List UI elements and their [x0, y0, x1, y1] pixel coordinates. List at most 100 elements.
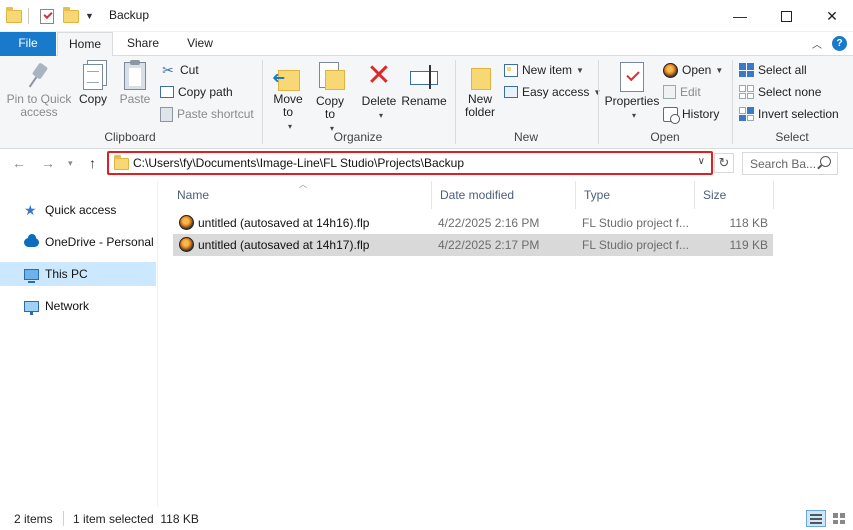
easy-access-icon	[504, 86, 518, 98]
back-arrow-icon[interactable]: ←	[12, 155, 26, 171]
search-box[interactable]	[742, 152, 838, 175]
history-label: History	[682, 107, 720, 121]
copy-to-button[interactable]: Copy to ▾	[311, 62, 349, 135]
nav-item-quick-access[interactable]: ★ Quick access	[0, 198, 156, 222]
delete-dropdown-icon: ▾	[378, 111, 383, 120]
file-date-modified: 4/22/2025 2:16 PM	[438, 216, 540, 230]
maximize-icon	[780, 10, 792, 22]
file-row-selected[interactable]: untitled (autosaved at 14h17).flp 4/22/2…	[173, 234, 773, 256]
column-header-type[interactable]: Type	[576, 181, 695, 209]
details-view-icon-line	[810, 522, 822, 524]
folder-icon	[114, 155, 129, 170]
tab-view[interactable]: View	[176, 32, 224, 56]
column-header-date-modified[interactable]: Date modified	[432, 181, 576, 209]
new-item-label: New item	[522, 63, 573, 77]
minimize-icon: —	[733, 8, 747, 24]
select-all-button[interactable]: Select all	[739, 60, 807, 80]
file-name: untitled (autosaved at 14h17).flp	[198, 238, 370, 252]
copy-path-button[interactable]: Copy path	[160, 82, 233, 102]
properties-button[interactable]: Properties ▾	[603, 62, 661, 122]
properties-icon[interactable]	[40, 8, 54, 24]
select-group-label: Select	[775, 130, 809, 144]
tab-file[interactable]: File	[0, 32, 56, 56]
open-dropdown-icon: ▼	[715, 65, 724, 75]
column-header-size[interactable]: Size	[695, 181, 774, 209]
select-none-button[interactable]: Select none	[739, 82, 821, 102]
select-none-label: Select none	[758, 85, 822, 99]
cut-label: Cut	[180, 63, 199, 77]
new-folder-icon[interactable]	[63, 6, 79, 23]
file-name: untitled (autosaved at 14h16).flp	[198, 216, 370, 230]
details-view-button[interactable]	[806, 510, 826, 527]
paste-label: Paste	[119, 92, 151, 106]
file-row[interactable]: untitled (autosaved at 14h16).flp 4/22/2…	[173, 212, 773, 234]
open-button[interactable]: Open ▼	[663, 60, 723, 80]
tab-home[interactable]: Home	[57, 32, 113, 57]
open-group-label: Open	[650, 130, 680, 144]
refresh-button[interactable]: ↻	[714, 153, 734, 173]
nav-item-onedrive[interactable]: OneDrive - Personal	[0, 230, 156, 254]
item-count: 2 items	[14, 512, 53, 526]
delete-icon: ✕	[366, 59, 392, 92]
clipboard-group: Pin to Quick access Copy Paste ✂ Cut Cop…	[0, 56, 260, 149]
invert-selection-button[interactable]: Invert selection	[739, 104, 839, 124]
rename-icon	[407, 62, 441, 92]
paste-button[interactable]: Paste	[118, 60, 152, 106]
edit-button[interactable]: Edit	[663, 82, 701, 102]
help-icon[interactable]: ?	[832, 36, 847, 51]
history-button[interactable]: History	[663, 104, 719, 124]
up-arrow-icon[interactable]: ↑	[89, 155, 96, 171]
collapse-ribbon-icon[interactable]: ︿	[812, 36, 822, 51]
customize-qat-icon[interactable]: ▼	[85, 11, 94, 21]
nav-item-label: Quick access	[45, 203, 117, 217]
details-view-icon-line	[810, 518, 822, 520]
refresh-icon: ↻	[718, 155, 730, 170]
forward-arrow-icon[interactable]: →	[41, 155, 55, 171]
nav-item-this-pc[interactable]: This PC	[0, 262, 156, 286]
copy-button[interactable]: Copy	[76, 62, 110, 106]
select-none-icon	[739, 85, 754, 99]
file-type: FL Studio project f...	[582, 238, 689, 252]
rename-button[interactable]: Rename	[401, 62, 447, 108]
close-button[interactable]: ✕	[809, 0, 853, 32]
move-to-label: Move to	[273, 92, 303, 119]
delete-button[interactable]: ✕ Delete ▾	[359, 59, 399, 122]
ribbon-controls: ︿ ?	[812, 36, 847, 51]
copy-path-icon	[160, 86, 174, 98]
tab-share[interactable]: Share	[118, 32, 168, 56]
search-input[interactable]	[743, 153, 817, 174]
new-group: New folder New item ▼ Easy access ▼ New	[456, 56, 601, 149]
qat-divider	[28, 8, 29, 24]
column-header-name[interactable]: Name	[169, 181, 432, 209]
navigation-pane: ★ Quick access OneDrive - Personal This …	[0, 181, 158, 507]
nav-item-network[interactable]: Network	[0, 294, 156, 318]
paste-shortcut-button[interactable]: Paste shortcut	[160, 104, 254, 124]
maximize-button[interactable]	[763, 0, 809, 32]
copy-to-icon	[317, 62, 345, 92]
file-list: ︿ Name Date modified Type Size untitled …	[159, 180, 853, 507]
search-icon[interactable]	[820, 156, 831, 167]
new-folder-button[interactable]: New folder	[460, 62, 500, 119]
cut-button[interactable]: ✂ Cut	[160, 60, 199, 80]
recent-locations-icon[interactable]: ▾	[68, 158, 73, 169]
open-group: Properties ▾ Open ▼ Edit History Open	[599, 56, 731, 149]
large-icons-view-button[interactable]	[830, 510, 848, 527]
easy-access-button[interactable]: Easy access ▼	[504, 82, 601, 102]
star-icon: ★	[24, 201, 37, 218]
move-to-button[interactable]: Move to ▾	[268, 62, 308, 133]
rename-label: Rename	[401, 94, 447, 108]
address-history-dropdown-icon[interactable]: ∨	[698, 156, 705, 167]
address-bar[interactable]: C:\Users\fy\Documents\Image-Line\FL Stud…	[107, 151, 713, 175]
address-path[interactable]: C:\Users\fy\Documents\Image-Line\FL Stud…	[133, 156, 464, 170]
invert-selection-label: Invert selection	[758, 107, 839, 121]
delete-label: Delete	[361, 94, 397, 108]
new-item-button[interactable]: New item ▼	[504, 60, 584, 80]
edit-icon	[663, 85, 676, 99]
pin-to-quick-access-button[interactable]: Pin to Quick access	[4, 62, 74, 119]
easy-access-label: Easy access	[522, 85, 590, 99]
file-size: 119 KB	[729, 238, 768, 252]
minimize-button[interactable]: —	[717, 0, 763, 32]
copy-icon	[83, 64, 103, 90]
new-folder-label: New folder	[464, 92, 496, 119]
paste-icon	[124, 60, 146, 90]
